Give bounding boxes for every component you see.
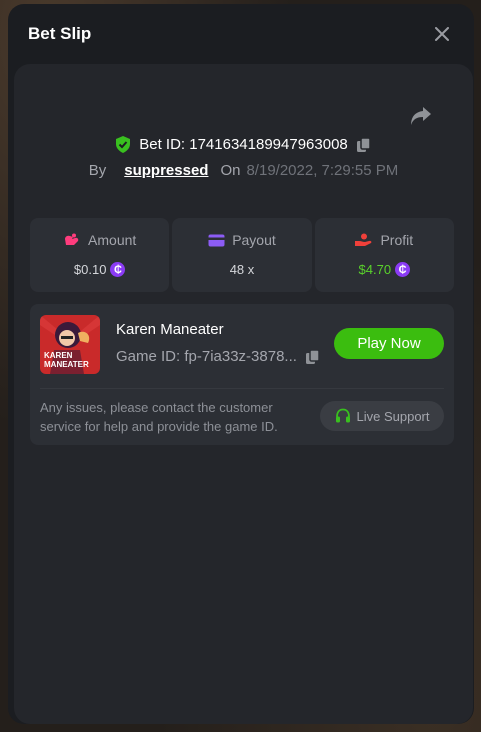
verified-shield-icon (116, 136, 131, 153)
profit-stat: Profit $4.70 ₵ (314, 218, 454, 292)
username-link[interactable]: suppressed (124, 162, 208, 179)
by-label: By (88, 162, 107, 179)
close-icon (435, 27, 449, 41)
bet-date: 8/19/2022, 7:29:55 PM (246, 162, 399, 179)
amount-icon (65, 233, 79, 245)
coin-icon: ₵ (395, 262, 411, 277)
card-icon (208, 234, 225, 246)
live-support-button[interactable]: Live Support (320, 401, 444, 431)
amount-stat: Amount $0.10 ₵ (30, 218, 170, 292)
profit-hand-icon (355, 233, 372, 246)
game-card: KAREN MANEATER Karen Maneater Game ID: f… (30, 304, 454, 445)
profit-label: Profit (380, 232, 414, 248)
copy-game-id-icon[interactable] (305, 348, 321, 365)
support-message: Any issues, please contact the customer … (40, 400, 278, 434)
amount-label: Amount (88, 232, 137, 248)
bet-stats: Amount $0.10 ₵ Payout 48 x Profit $4.70 … (30, 218, 454, 292)
headset-icon (335, 408, 350, 423)
game-thumbnail[interactable]: KAREN MANEATER (40, 315, 100, 374)
copy-bet-id-icon[interactable] (356, 136, 372, 153)
amount-value: $0.10 (73, 262, 107, 277)
modal-header: Bet Slip (8, 4, 474, 64)
live-support-label: Live Support (356, 408, 430, 424)
game-id-row: Game ID: fp-7ia33z-3878... (116, 348, 321, 365)
bet-details-panel: Bet ID: 1741634189947963008 By suppresse… (14, 64, 473, 724)
payout-label: Payout (232, 232, 276, 248)
coin-icon: ₵ (110, 262, 126, 277)
game-id: Game ID: fp-7ia33z-3878... (116, 348, 297, 365)
share-icon (411, 107, 431, 125)
game-art-title-line1: KAREN (44, 351, 73, 360)
game-name: Karen Maneater (116, 321, 224, 338)
bet-slip-modal: Bet Slip Bet ID: 1741634189947963008 By … (8, 4, 474, 724)
share-button[interactable] (410, 106, 436, 128)
close-button[interactable] (430, 22, 454, 46)
profit-value: $4.70 (358, 262, 392, 277)
divider (40, 388, 444, 389)
play-now-button[interactable]: Play Now (334, 328, 444, 359)
on-label: On (220, 162, 241, 179)
payout-value: 48 x (229, 262, 255, 277)
modal-title: Bet Slip (28, 24, 92, 43)
bet-author-row: By suppressed On 8/19/2022, 7:29:55 PM (14, 162, 473, 179)
game-art-title-line2: MANEATER (44, 360, 89, 369)
bet-id-row: Bet ID: 1741634189947963008 (14, 136, 473, 153)
payout-stat: Payout 48 x (172, 218, 312, 292)
bet-id: Bet ID: 1741634189947963008 (139, 136, 348, 153)
